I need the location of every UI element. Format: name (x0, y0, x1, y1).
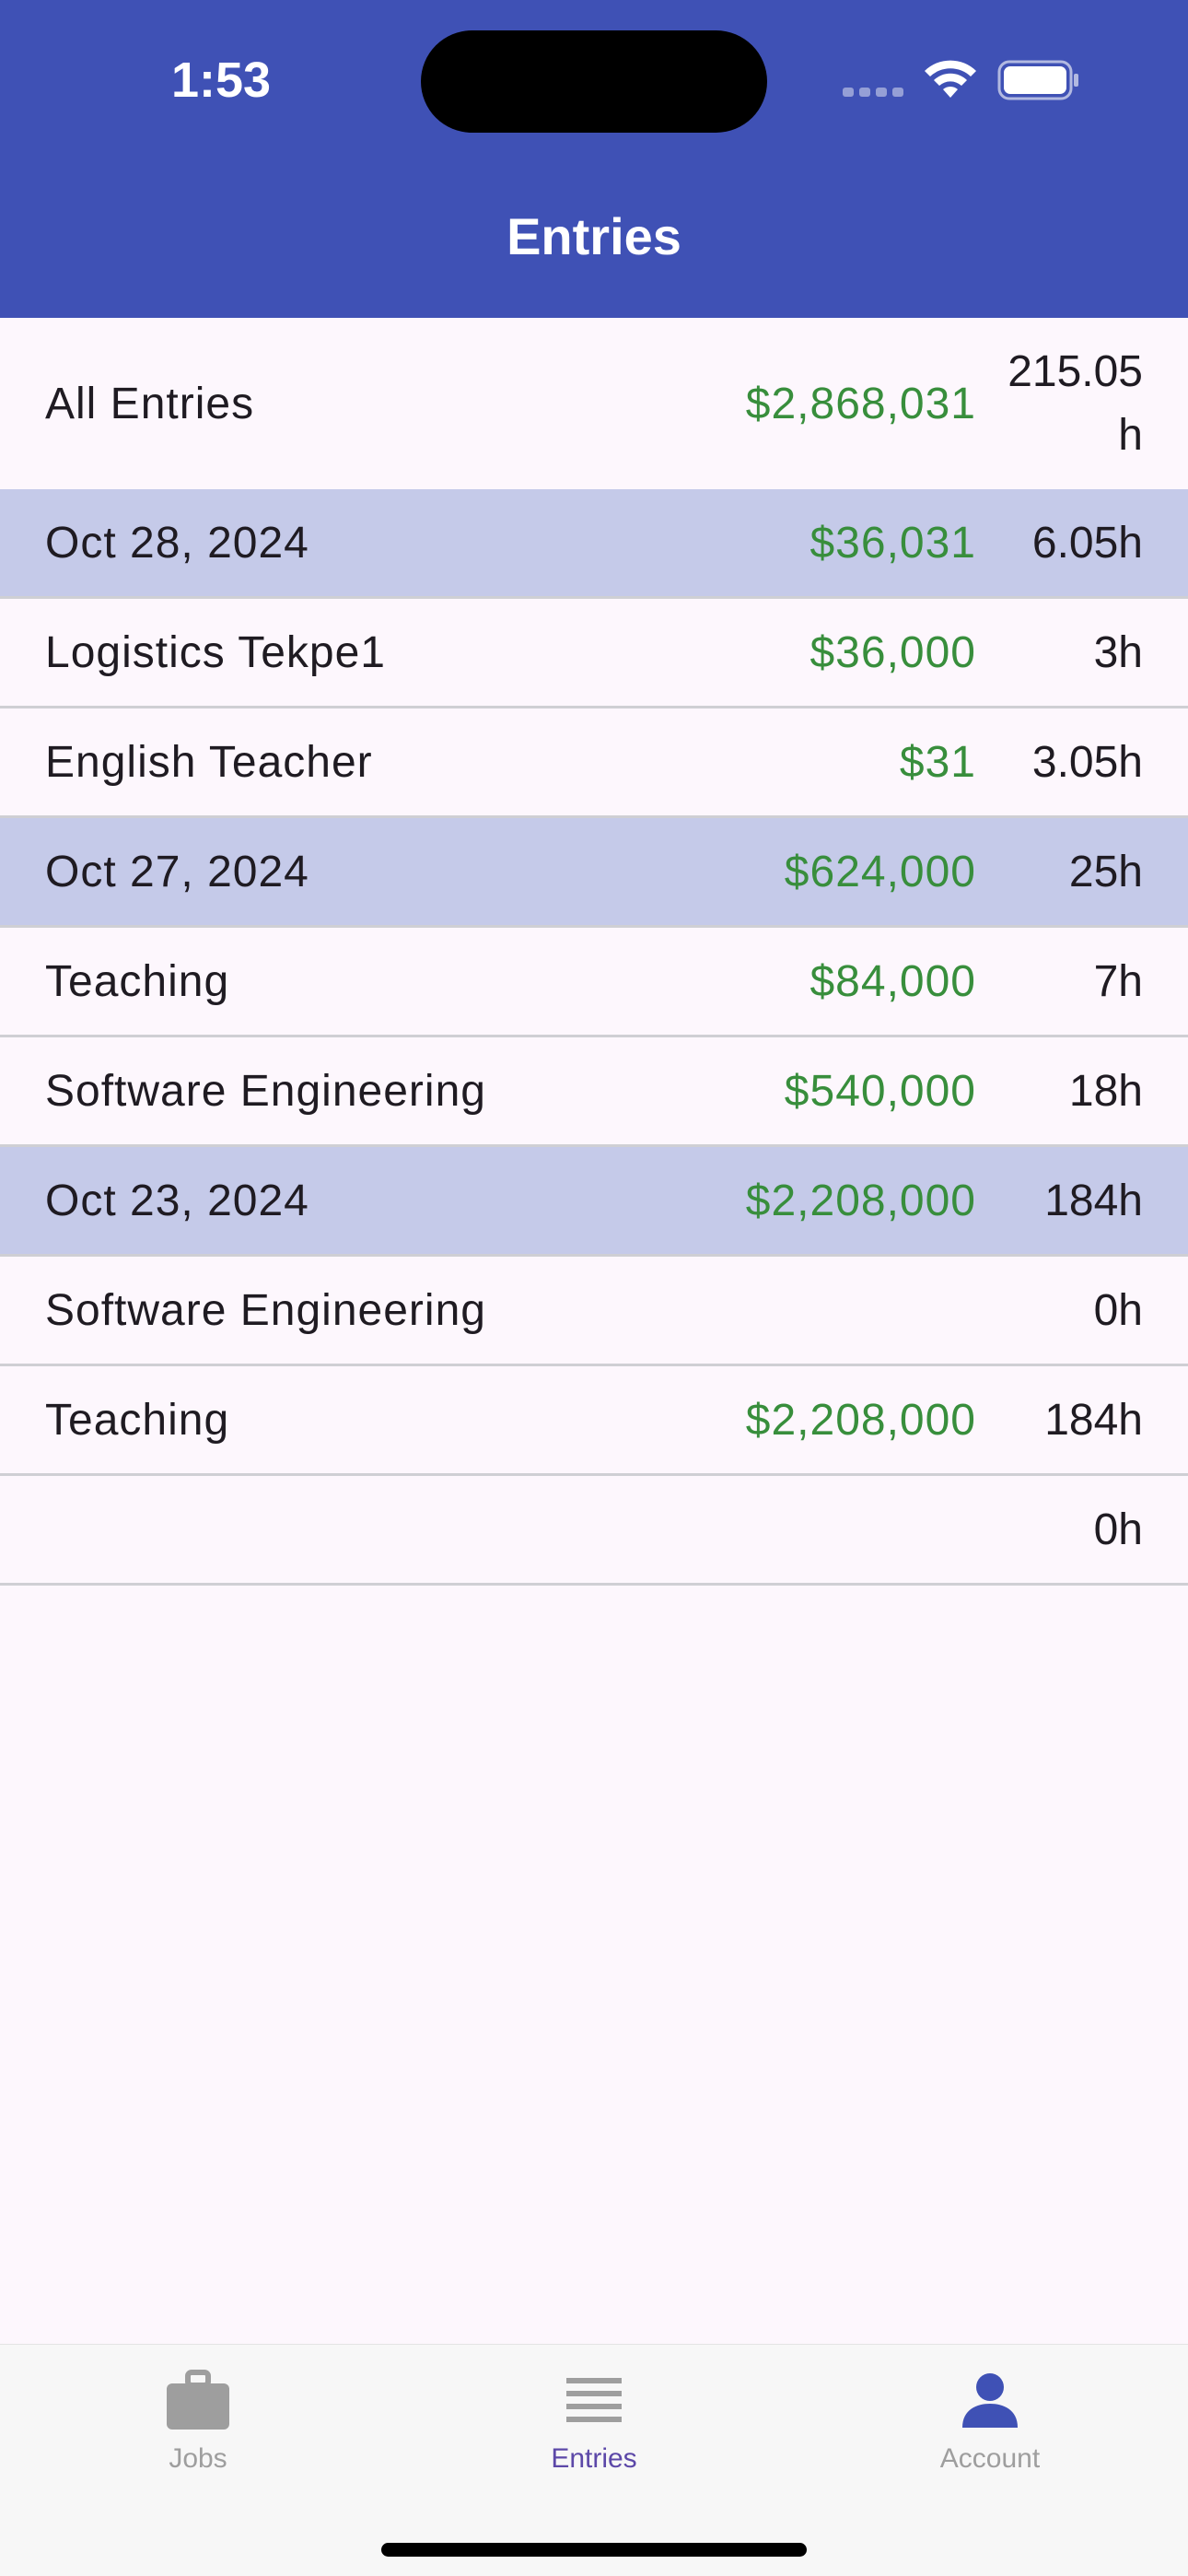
tab-account-label: Account (939, 2443, 1041, 2474)
battery-icon (997, 60, 1078, 100)
entry-row[interactable]: Software Engineering 0h (0, 1257, 1188, 1366)
entry-row[interactable]: Logistics Tekpe1 $36,000 3h (0, 599, 1188, 708)
all-entries-hours-unit: h (1118, 411, 1143, 460)
entry-pay: $2,208,000 (745, 1395, 976, 1445)
person-icon (962, 2373, 1018, 2428)
app-screen: 1:53 Entries All Entries $2,868,031 215.… (0, 0, 1188, 2576)
all-entries-hours-value: 215.05 (1007, 347, 1143, 396)
wifi-icon (925, 60, 976, 98)
entry-job-name: Logistics Tekpe1 (45, 627, 386, 677)
entry-hours: 0h (1093, 1505, 1143, 1554)
day-hours: 6.05h (1031, 518, 1143, 568)
all-entries-hours: 215.05 h (996, 318, 1143, 489)
day-pay: $624,000 (784, 847, 976, 896)
tab-account[interactable]: Account (852, 2345, 1128, 2492)
entry-job-name: Teaching (45, 1395, 230, 1445)
entry-job-name: Teaching (45, 956, 230, 1006)
entry-row[interactable]: Software Engineering $540,000 18h (0, 1037, 1188, 1147)
page-title: Entries (507, 207, 681, 265)
day-hours: 25h (1068, 847, 1143, 896)
tab-jobs[interactable]: Jobs (60, 2345, 336, 2492)
day-pay: $2,208,000 (745, 1176, 976, 1225)
entry-hours: 0h (1093, 1285, 1143, 1335)
entry-row[interactable]: Teaching $2,208,000 184h (0, 1366, 1188, 1476)
entry-pay: $31 (899, 737, 976, 787)
entry-row[interactable]: 0h (0, 1476, 1188, 1586)
entries-list: All Entries $2,868,031 215.05 h Oct 28, … (0, 318, 1188, 1586)
entry-row[interactable]: Teaching $84,000 7h (0, 928, 1188, 1037)
entry-hours: 7h (1093, 956, 1143, 1006)
status-time: 1:53 (170, 53, 272, 108)
day-header-row: Oct 27, 2024 $624,000 25h (0, 818, 1188, 928)
day-hours: 184h (1044, 1176, 1143, 1225)
entry-hours: 3.05h (1031, 737, 1143, 787)
day-date: Oct 27, 2024 (45, 847, 309, 896)
all-entries-pay: $2,868,031 (745, 379, 976, 428)
bottom-navigation-bar: Jobs Entries Account (0, 2344, 1188, 2576)
home-indicator[interactable] (381, 2543, 807, 2557)
list-icon (566, 2378, 622, 2422)
all-entries-row[interactable]: All Entries $2,868,031 215.05 h (0, 318, 1188, 489)
app-bar: 1:53 Entries (0, 0, 1188, 318)
briefcase-icon (167, 2370, 229, 2430)
entry-hours: 3h (1093, 627, 1143, 677)
entry-hours: 184h (1044, 1395, 1143, 1445)
tab-jobs-label: Jobs (169, 2443, 227, 2474)
all-entries-label: All Entries (45, 379, 255, 428)
day-header-row: Oct 23, 2024 $2,208,000 184h (0, 1147, 1188, 1257)
day-header-row: Oct 28, 2024 $36,031 6.05h (0, 489, 1188, 599)
entry-pay: $36,000 (809, 627, 976, 677)
entry-job-name: Software Engineering (45, 1285, 486, 1335)
entry-row[interactable]: English Teacher $31 3.05h (0, 708, 1188, 818)
entry-hours: 18h (1068, 1066, 1143, 1116)
dynamic-island (421, 30, 767, 133)
day-date: Oct 23, 2024 (45, 1176, 309, 1225)
entry-job-name: Software Engineering (45, 1066, 486, 1116)
day-pay: $36,031 (809, 518, 976, 568)
cellular-signal-icon (843, 88, 905, 97)
entry-pay: $540,000 (784, 1066, 976, 1116)
tab-entries[interactable]: Entries (456, 2345, 732, 2492)
tab-entries-label: Entries (551, 2443, 637, 2474)
entry-pay: $84,000 (809, 956, 976, 1006)
day-date: Oct 28, 2024 (45, 518, 309, 568)
entry-job-name: English Teacher (45, 737, 373, 787)
